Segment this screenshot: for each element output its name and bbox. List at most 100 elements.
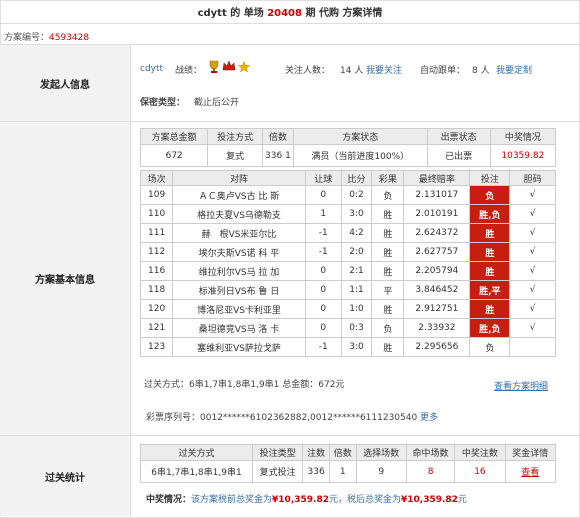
match-banker: √ — [509, 261, 556, 281]
col-header: 最终赔率 — [403, 170, 471, 186]
match-handicap: 0 — [304, 318, 342, 338]
match-teams: 维拉利尔VS马 拉 加 — [172, 261, 306, 281]
match-handicap: -1 — [304, 242, 342, 262]
match-row: 109 ＡＣ奥卢VS古 比 斯 0 0:2 负 2.131017 负 √ — [139, 185, 556, 205]
match-bet: 胜,平 — [469, 280, 511, 300]
match-banker: √ — [509, 204, 556, 224]
match-handicap: -1 — [304, 337, 342, 357]
match-teams: 标准列日VS布 鲁 日 — [172, 280, 306, 300]
match-teams: 桑坦德竞VS马 洛 卡 — [172, 318, 306, 338]
view-details-link[interactable]: 查看方案明细 — [494, 379, 548, 392]
secrecy-value: 截止后公开 — [194, 98, 240, 108]
match-row: 112 埃尔夫斯VS诺 科 平 -1 2:0 胜 2.627757 胜 √ — [139, 242, 556, 262]
match-row: 120 博洛尼亚VS卡利亚里 0 1:0 胜 2.912751 胜 √ — [139, 299, 556, 319]
match-handicap: 0 — [304, 185, 342, 205]
match-result: 胜 — [371, 337, 405, 357]
col-header: 方案总金额 — [139, 128, 209, 145]
divider — [0, 23, 580, 24]
match-no: 111 — [139, 223, 174, 243]
pass-stats-table: 过关方式 投注类型 注数 倍数 选择场数 命中场数 中奖注数 奖金详情 6串1,… — [140, 444, 557, 483]
match-bet: 胜 — [469, 299, 511, 319]
match-banker: √ — [509, 242, 556, 262]
match-handicap: 0 — [304, 261, 342, 281]
match-row: 123 塞维利亚VS萨拉戈萨 -1 3:0 胜 2.295656 负 — [139, 337, 556, 357]
col-header: 出票状态 — [426, 128, 491, 145]
match-odds: 2.295656 — [403, 337, 471, 357]
trophy-icon — [208, 60, 220, 77]
followers-count: 14 人 — [340, 66, 364, 76]
col-header: 倍数 — [261, 128, 294, 145]
match-banker: √ — [509, 318, 556, 338]
ticket-status: 已出票 — [426, 144, 491, 167]
match-teams: 格拉夫夏VS乌德勒支 — [172, 204, 306, 224]
match-score: 2:0 — [340, 242, 373, 262]
match-teams: 博洛尼亚VS卡利亚里 — [172, 299, 306, 319]
bet-count: 336 — [302, 460, 330, 483]
match-score: 2:1 — [340, 261, 373, 281]
match-odds: 2.912751 — [403, 299, 471, 319]
match-table: 场次 对阵 让球 比分 彩果 最终赔率 投注 胆码 109 ＡＣ奥卢VS古 比 斯… — [139, 170, 556, 357]
match-odds: 2.33932 — [403, 318, 471, 338]
auto-follow-count: 8 人 — [472, 66, 490, 76]
match-score: 1:0 — [340, 299, 373, 319]
lottery-serial: 彩票序列号：0012******6102362882,0012******611… — [146, 413, 439, 423]
match-row: 118 标准列日VS布 鲁 日 0 1:1 平 3.846452 胜,平 √ — [139, 280, 556, 300]
col-header: 中奖注数 — [454, 444, 506, 461]
match-bet: 胜,负 — [469, 204, 511, 224]
match-bet: 胜,负 — [469, 318, 511, 338]
match-odds: 2.624372 — [403, 223, 471, 243]
col-header: 倍数 — [328, 444, 357, 461]
pass-method: 6串1,7串1,8串1,9串1 — [140, 460, 253, 483]
crown-icon — [222, 60, 236, 75]
plan-count-multiple: 336 1 — [261, 144, 294, 167]
sponsor-username[interactable]: cdytt — [140, 64, 163, 74]
col-header: 投注方式 — [207, 128, 263, 145]
bet-type: 复式投注 — [251, 460, 304, 483]
col-header: 场次 — [139, 170, 174, 186]
plan-method: 复式 — [207, 144, 263, 167]
prize-count: 16 — [454, 460, 506, 483]
followers-label: 关注人数： — [285, 66, 331, 76]
customize-link[interactable]: 我要定制 — [496, 63, 532, 76]
pass-summary: 过关方式：6串1,7串1,8串1,9串1 总金额：672元 — [144, 380, 345, 390]
match-result: 负 — [371, 185, 405, 205]
match-handicap: -1 — [304, 223, 342, 243]
col-header: 注数 — [302, 444, 330, 461]
selected-count: 9 — [355, 460, 407, 483]
match-score: 3:0 — [340, 204, 373, 224]
match-teams: 塞维利亚VS萨拉戈萨 — [172, 337, 306, 357]
plan-info-section-label: 方案基本信息 — [0, 122, 131, 435]
match-no: 116 — [139, 261, 174, 281]
summary-row: 672 复式 336 1 满员（当前进度100%） 已出票 10359.82 — [139, 144, 557, 167]
match-odds: 2.131017 — [403, 185, 471, 205]
view-prize-link[interactable]: 查看 — [504, 460, 557, 483]
match-result: 胜 — [371, 223, 405, 243]
follow-link[interactable]: 我要关注 — [366, 63, 402, 76]
plan-amount: 672 — [139, 144, 209, 167]
match-no: 118 — [139, 280, 174, 300]
match-bet: 负 — [469, 337, 511, 357]
match-odds: 2.627757 — [403, 242, 471, 262]
pass-stats-section-label: 过关统计 — [0, 436, 131, 516]
col-header: 让球 — [304, 170, 342, 186]
match-row: 116 维拉利尔VS马 拉 加 0 2:1 胜 2.205794 胜 √ — [139, 261, 556, 281]
match-row: 121 桑坦德竞VS马 洛 卡 0 0:3 负 2.33932 胜,负 √ — [139, 318, 556, 338]
col-header: 选择场数 — [355, 444, 407, 461]
more-link[interactable]: 更多 — [420, 413, 438, 423]
match-list: 109 ＡＣ奥卢VS古 比 斯 0 0:2 负 2.131017 负 √ 110 格拉夫夏VS乌德… — [139, 185, 556, 357]
title-user: cdytt — [197, 8, 227, 19]
match-odds: 2.010191 — [403, 204, 471, 224]
match-no: 110 — [139, 204, 174, 224]
match-result: 胜 — [371, 299, 405, 319]
match-no: 121 — [139, 318, 174, 338]
plan-summary-table: 方案总金额 投注方式 倍数 方案状态 出票状态 中奖情况 672 复式 336 … — [139, 128, 557, 167]
col-header: 彩果 — [371, 170, 405, 186]
match-banker — [509, 337, 556, 357]
prize-summary: 中奖情况：该方案税前总奖金为¥10,359.82元，税后总奖金为¥10,359.… — [146, 495, 467, 505]
match-score: 0:3 — [340, 318, 373, 338]
match-handicap: 0 — [304, 299, 342, 319]
match-bet: 胜 — [469, 223, 511, 243]
secrecy-label: 保密类型： — [140, 98, 186, 108]
col-header: 方案状态 — [292, 128, 428, 145]
col-header: 命中场数 — [405, 444, 456, 461]
